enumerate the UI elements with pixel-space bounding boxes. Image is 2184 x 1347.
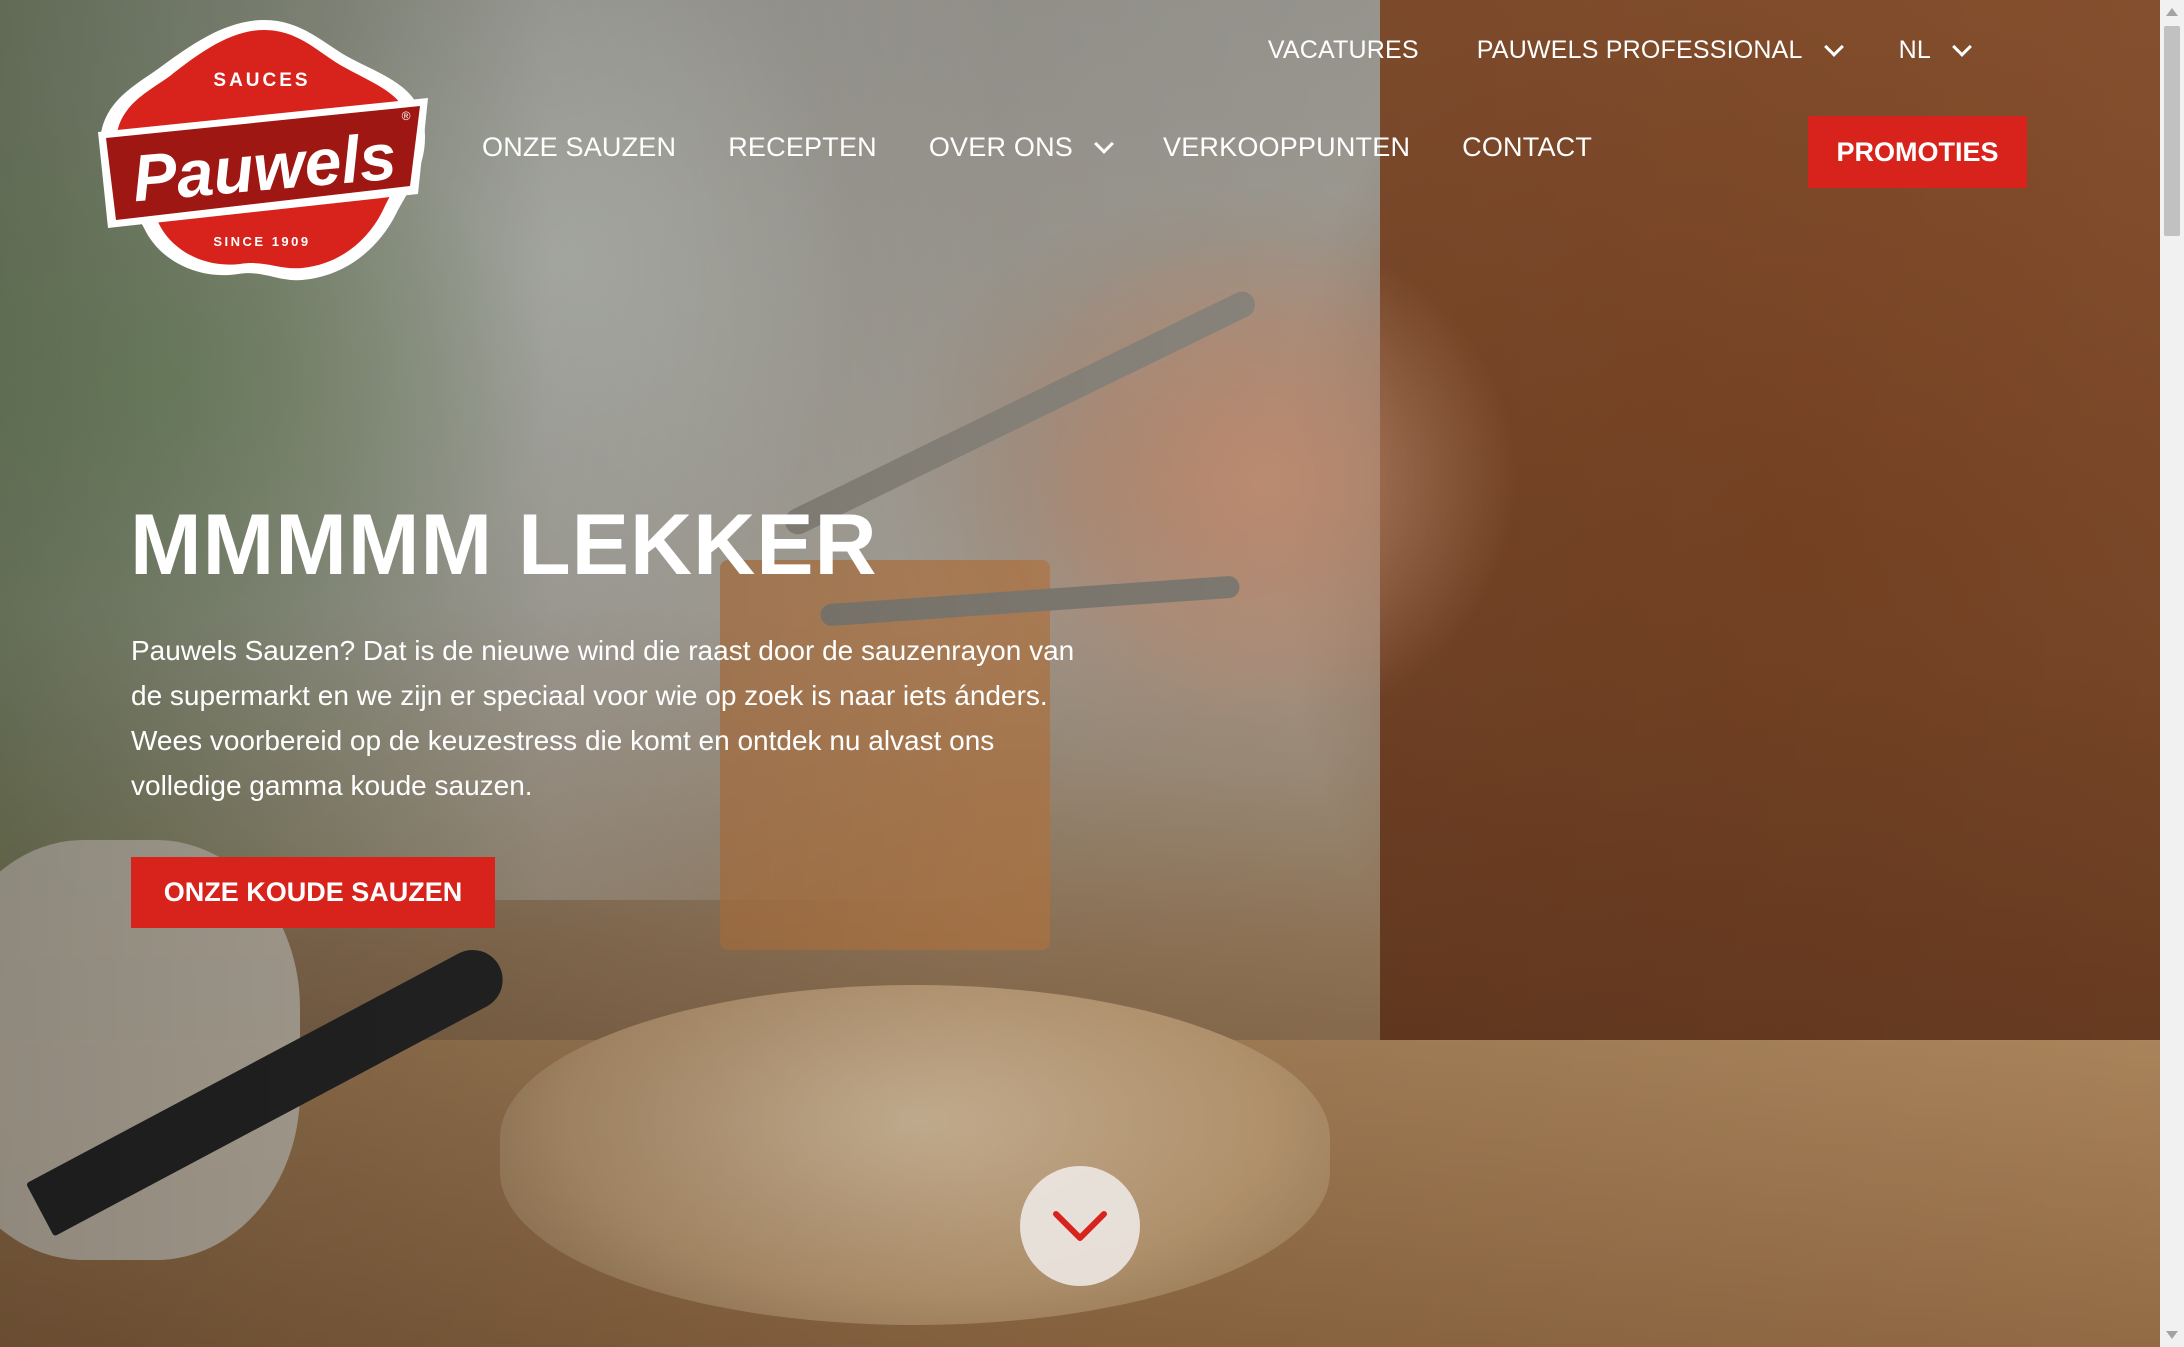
logo-since-text: SINCE 1909 bbox=[213, 234, 310, 249]
pauwels-logo[interactable]: SAUCES Pauwels ® SINCE 1909 bbox=[88, 14, 440, 284]
hero-description: Pauwels Sauzen? Dat is de nieuwe wind di… bbox=[131, 635, 1075, 801]
logo-sauces-text: SAUCES bbox=[213, 70, 310, 91]
nav-recepten-label: RECEPTEN bbox=[728, 132, 877, 162]
nav-verkooppunten-label: VERKOOPPUNTEN bbox=[1163, 132, 1411, 162]
chevron-down-icon bbox=[1823, 36, 1844, 57]
logo-registered-mark: ® bbox=[402, 109, 411, 123]
nav-contact[interactable]: CONTACT bbox=[1462, 132, 1592, 163]
nav-onze-sauzen-label: ONZE SAUZEN bbox=[482, 132, 677, 162]
nav-over-ons[interactable]: OVER ONS bbox=[928, 132, 1114, 163]
nav-verkooppunten[interactable]: VERKOOPPUNTEN bbox=[1163, 132, 1410, 163]
scroll-up-arrow-icon[interactable] bbox=[2166, 8, 2178, 16]
chevron-down-icon bbox=[1094, 133, 1114, 154]
hero-title: MMMMM LEKKER bbox=[130, 497, 878, 593]
chevron-down-icon bbox=[1053, 1211, 1107, 1241]
language-selector[interactable]: NL bbox=[1898, 36, 1972, 65]
onze-koude-sauzen-button[interactable]: ONZE KOUDE SAUZEN bbox=[131, 857, 495, 928]
nav-vacatures-label: VACATURES bbox=[1267, 36, 1419, 64]
nav-over-ons-label: OVER ONS bbox=[928, 132, 1073, 162]
promoties-button[interactable]: PROMOTIES bbox=[1808, 116, 2027, 188]
chevron-down-icon bbox=[1952, 36, 1972, 57]
scroll-down-arrow-icon[interactable] bbox=[2166, 1331, 2178, 1339]
nav-onze-sauzen[interactable]: ONZE SAUZEN bbox=[482, 132, 676, 163]
nav-contact-label: CONTACT bbox=[1462, 132, 1593, 162]
top-utility-nav: VACATURES PAUWELS PROFESSIONAL NL bbox=[1210, 36, 1972, 65]
main-nav: ONZE SAUZEN RECEPTEN OVER ONS VERKOOPPUN… bbox=[482, 132, 1644, 163]
nav-pauwels-professional-label: PAUWELS PROFESSIONAL bbox=[1476, 36, 1803, 64]
scrollbar-thumb[interactable] bbox=[2164, 26, 2180, 236]
logo-emblem: SAUCES Pauwels ® SINCE 1909 bbox=[98, 20, 428, 281]
nav-recepten[interactable]: RECEPTEN bbox=[728, 132, 877, 163]
nav-pauwels-professional[interactable]: PAUWELS PROFESSIONAL bbox=[1476, 36, 1844, 65]
page-scrollbar[interactable] bbox=[2160, 0, 2184, 1347]
language-selector-label: NL bbox=[1898, 36, 1931, 64]
scroll-down-button[interactable] bbox=[1020, 1166, 1140, 1286]
page: SAUCES Pauwels ® SINCE 1909 VACATURES PA… bbox=[0, 0, 2184, 1347]
nav-vacatures[interactable]: VACATURES bbox=[1268, 36, 1419, 65]
